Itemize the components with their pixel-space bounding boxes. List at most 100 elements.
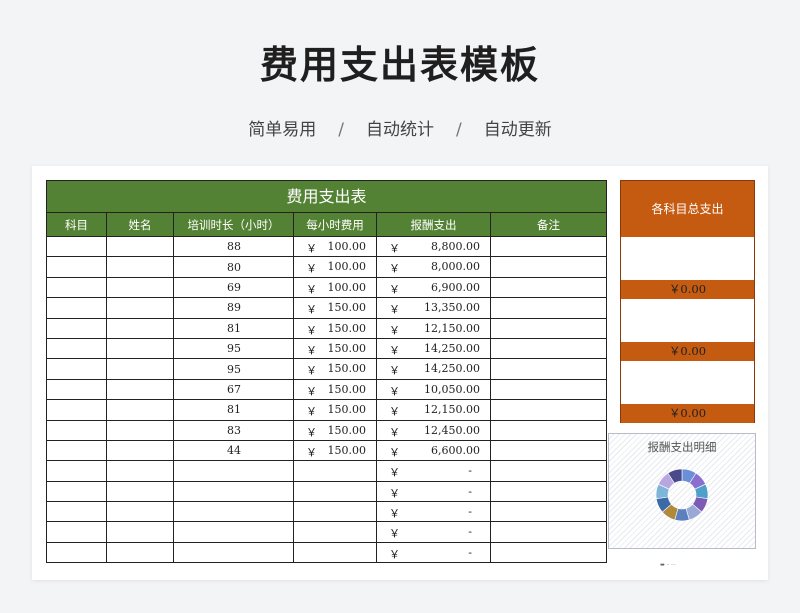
cell-hours[interactable]: 69 bbox=[173, 276, 294, 299]
cell-notes[interactable] bbox=[490, 337, 607, 360]
cell-pay[interactable]: ￥ 14,250.00 bbox=[376, 337, 491, 360]
column-header-subject[interactable]: 科目 bbox=[46, 212, 107, 237]
summary-blank-cell[interactable] bbox=[621, 237, 754, 280]
cell-subject[interactable] bbox=[46, 378, 107, 401]
cell-subject[interactable] bbox=[46, 337, 107, 360]
cell-notes[interactable] bbox=[490, 297, 607, 319]
cell-name[interactable] bbox=[106, 541, 174, 564]
cell-pay[interactable]: ￥ 14,250.00 bbox=[376, 358, 491, 380]
cell-rate[interactable]: ￥ 100.00 bbox=[293, 256, 377, 278]
summary-value[interactable]: ￥0.00 bbox=[621, 404, 754, 423]
cell-pay[interactable]: ￥ - bbox=[376, 460, 491, 482]
cell-subject[interactable] bbox=[46, 235, 107, 258]
cell-name[interactable] bbox=[106, 358, 174, 380]
cell-rate[interactable] bbox=[293, 501, 377, 523]
cell-name[interactable] bbox=[106, 297, 174, 319]
cell-name[interactable] bbox=[106, 521, 174, 543]
column-header-training-hours[interactable]: 培训时长（小时） bbox=[173, 212, 294, 237]
cell-rate[interactable]: ￥ 150.00 bbox=[293, 378, 377, 401]
cell-pay[interactable]: ￥ 12,150.00 bbox=[376, 317, 491, 339]
cell-notes[interactable] bbox=[490, 480, 607, 503]
cell-pay[interactable]: ￥ - bbox=[376, 521, 491, 543]
column-header-name[interactable]: 姓名 bbox=[106, 212, 174, 237]
cell-hours[interactable]: 89 bbox=[173, 297, 294, 319]
cell-subject[interactable] bbox=[46, 501, 107, 523]
summary-blank-cell[interactable] bbox=[621, 361, 754, 404]
column-header-notes[interactable]: 备注 bbox=[490, 212, 607, 237]
cell-subject[interactable] bbox=[46, 419, 107, 441]
cell-subject[interactable] bbox=[46, 399, 107, 421]
cell-name[interactable] bbox=[106, 399, 174, 421]
summary-value[interactable]: ￥0.00 bbox=[621, 342, 754, 361]
cell-hours[interactable]: 67 bbox=[173, 378, 294, 401]
cell-hours[interactable]: 95 bbox=[173, 337, 294, 360]
cell-name[interactable] bbox=[106, 378, 174, 401]
cell-hours[interactable]: 44 bbox=[173, 439, 294, 462]
cell-notes[interactable] bbox=[490, 378, 607, 401]
cell-name[interactable] bbox=[106, 439, 174, 462]
cell-name[interactable] bbox=[106, 235, 174, 258]
cell-name[interactable] bbox=[106, 480, 174, 503]
cell-subject[interactable] bbox=[46, 276, 107, 299]
cell-notes[interactable] bbox=[490, 358, 607, 380]
cell-name[interactable] bbox=[106, 501, 174, 523]
summary-blank-cell[interactable] bbox=[621, 299, 754, 342]
cell-subject[interactable] bbox=[46, 541, 107, 564]
cell-pay[interactable]: ￥ 8,800.00 bbox=[376, 235, 491, 258]
cell-hours[interactable] bbox=[173, 541, 294, 564]
cell-rate[interactable] bbox=[293, 480, 377, 503]
summary-value[interactable]: ￥0.00 bbox=[621, 280, 754, 299]
cell-name[interactable] bbox=[106, 276, 174, 299]
cell-name[interactable] bbox=[106, 460, 174, 482]
cell-hours[interactable] bbox=[173, 501, 294, 523]
cell-notes[interactable] bbox=[490, 439, 607, 462]
cell-rate[interactable]: ￥ 150.00 bbox=[293, 419, 377, 441]
cell-notes[interactable] bbox=[490, 419, 607, 441]
cell-pay[interactable]: ￥ 8,000.00 bbox=[376, 256, 491, 278]
cell-notes[interactable] bbox=[490, 235, 607, 258]
cell-rate[interactable]: ￥ 150.00 bbox=[293, 317, 377, 339]
cell-pay[interactable]: ￥ 12,150.00 bbox=[376, 399, 491, 421]
column-header-hourly-rate[interactable]: 每小时费用 bbox=[293, 212, 377, 237]
cell-subject[interactable] bbox=[46, 358, 107, 380]
cell-notes[interactable] bbox=[490, 256, 607, 278]
cell-name[interactable] bbox=[106, 317, 174, 339]
cell-hours[interactable]: 88 bbox=[173, 235, 294, 258]
cell-hours[interactable]: 83 bbox=[173, 419, 294, 441]
cell-pay[interactable]: ￥ - bbox=[376, 501, 491, 523]
cell-subject[interactable] bbox=[46, 480, 107, 503]
cell-notes[interactable] bbox=[490, 541, 607, 564]
cell-rate[interactable]: ￥ 150.00 bbox=[293, 439, 377, 462]
cell-hours[interactable]: 95 bbox=[173, 358, 294, 380]
column-header-pay[interactable]: 报酬支出 bbox=[376, 212, 491, 237]
cell-pay[interactable]: ￥ 12,450.00 bbox=[376, 419, 491, 441]
cell-notes[interactable] bbox=[490, 317, 607, 339]
cell-rate[interactable] bbox=[293, 521, 377, 543]
cell-pay[interactable]: ￥ 10,050.00 bbox=[376, 378, 491, 401]
cell-hours[interactable] bbox=[173, 521, 294, 543]
cell-notes[interactable] bbox=[490, 460, 607, 482]
cell-notes[interactable] bbox=[490, 399, 607, 421]
cell-subject[interactable] bbox=[46, 317, 107, 339]
cell-name[interactable] bbox=[106, 337, 174, 360]
cell-subject[interactable] bbox=[46, 460, 107, 482]
cell-subject[interactable] bbox=[46, 256, 107, 278]
cell-pay[interactable]: ￥ 13,350.00 bbox=[376, 297, 491, 319]
pay-detail-chart[interactable]: 报酬支出明细 bbox=[608, 433, 756, 549]
cell-hours[interactable] bbox=[173, 460, 294, 482]
cell-hours[interactable]: 81 bbox=[173, 399, 294, 421]
cell-notes[interactable] bbox=[490, 276, 607, 299]
cell-subject[interactable] bbox=[46, 521, 107, 543]
cell-pay[interactable]: ￥ 6,600.00 bbox=[376, 439, 491, 462]
cell-notes[interactable] bbox=[490, 501, 607, 523]
cell-name[interactable] bbox=[106, 256, 174, 278]
cell-subject[interactable] bbox=[46, 439, 107, 462]
cell-notes[interactable] bbox=[490, 521, 607, 543]
cell-rate[interactable]: ￥ 150.00 bbox=[293, 399, 377, 421]
cell-rate[interactable]: ￥ 150.00 bbox=[293, 297, 377, 319]
cell-name[interactable] bbox=[106, 419, 174, 441]
cell-hours[interactable]: 80 bbox=[173, 256, 294, 278]
cell-rate[interactable] bbox=[293, 460, 377, 482]
cell-pay[interactable]: ￥ - bbox=[376, 541, 491, 564]
cell-rate[interactable]: ￥ 150.00 bbox=[293, 358, 377, 380]
